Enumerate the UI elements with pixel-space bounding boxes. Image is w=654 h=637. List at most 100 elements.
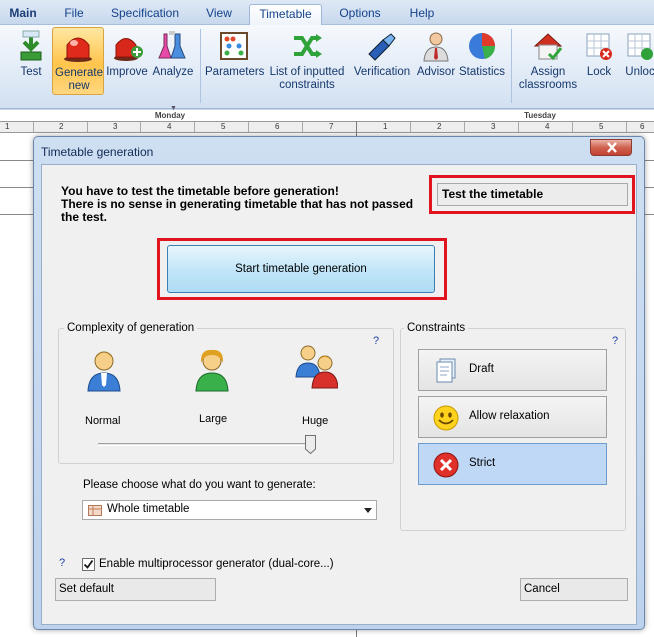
complexity-large-label: Large: [199, 413, 228, 425]
chevron-down-icon: [364, 508, 372, 513]
complexity-normal-label: Normal: [85, 415, 121, 427]
constraint-draft-button[interactable]: Draft: [418, 349, 607, 391]
constraint-allow-relaxation-button[interactable]: Allow relaxation: [418, 396, 607, 438]
start-generation-button[interactable]: Start timetable generation: [167, 245, 435, 293]
red-siren-icon: [64, 37, 92, 62]
close-icon: [607, 142, 617, 153]
menu-tab-options[interactable]: Options: [330, 4, 390, 25]
smiley-icon: [433, 405, 459, 431]
period-tick: [33, 122, 34, 132]
complexity-label: Complexity of generation: [64, 322, 198, 335]
period-tick: [518, 122, 519, 132]
period-number: 4: [167, 122, 172, 131]
multiprocessor-checkbox[interactable]: [82, 558, 95, 571]
large-person-icon[interactable]: [190, 347, 234, 393]
menu-tab-file[interactable]: File: [56, 4, 92, 25]
analyze-button[interactable]: Analyze: [151, 27, 195, 95]
abacus-icon: [220, 32, 248, 60]
advisor-person-icon: [423, 32, 449, 62]
unlock-table-icon: [627, 33, 653, 60]
ribbon-separator: [200, 29, 201, 103]
parameters-button[interactable]: Parameters: [205, 27, 264, 95]
dialog-body: You have to test the timetable before ge…: [41, 164, 637, 625]
constraint-strict-button[interactable]: Strict: [418, 443, 607, 485]
timetable-thumbnail-icon: [88, 505, 102, 516]
set-default-button[interactable]: Set default: [55, 578, 216, 601]
assign-classrooms-button[interactable]: Assign classrooms: [515, 27, 581, 95]
timetable-generation-dialog: Timetable generation You have to test th…: [33, 136, 645, 630]
period-number: 1: [5, 122, 10, 131]
generate-choice-select[interactable]: Whole timetable: [82, 500, 377, 520]
day-header-monday: Monday: [154, 111, 186, 120]
test-warning-text: You have to test the timetable before ge…: [61, 184, 414, 224]
pie-chart-icon: [469, 33, 496, 59]
red-x-icon: [433, 452, 459, 478]
generate-choice-label: Please choose what do you want to genera…: [83, 479, 316, 491]
test-button[interactable]: Test: [10, 27, 52, 95]
menu-tab-main[interactable]: Main: [2, 4, 44, 25]
constraints-label: Constraints: [404, 322, 469, 335]
constraints-help-icon[interactable]: ?: [612, 335, 618, 347]
shuffle-arrows-icon: [294, 34, 322, 58]
start-generation-highlight: Start timetable generation: [157, 238, 447, 300]
test-timetable-field[interactable]: Test the timetable: [437, 183, 628, 206]
period-number: 1: [383, 122, 388, 131]
period-tick: [464, 122, 465, 132]
house-check-icon: [533, 33, 563, 61]
generate-choice-value: Whole timetable: [107, 503, 190, 515]
period-number: 5: [599, 122, 604, 131]
period-tick: [572, 122, 573, 132]
period-tick: [87, 122, 88, 132]
period-tick: [302, 122, 303, 132]
period-number: 2: [437, 122, 442, 131]
period-number: 6: [275, 122, 280, 131]
download-arrow-icon: [20, 30, 42, 61]
unlock-button[interactable]: Unloc: [620, 27, 654, 95]
period-number: 6: [640, 122, 645, 131]
period-number: 3: [113, 122, 118, 131]
multiprocessor-label: Enable multiprocessor generator (dual-co…: [99, 558, 334, 570]
verification-button[interactable]: Verification: [350, 27, 414, 95]
improve-button[interactable]: Improve: [105, 27, 149, 95]
multiprocessor-help-icon[interactable]: ?: [59, 557, 65, 569]
huge-people-icon[interactable]: [294, 343, 338, 389]
dialog-close-button[interactable]: [590, 139, 632, 156]
check-icon: [83, 559, 94, 569]
dialog-title: Timetable generation: [41, 145, 154, 159]
ribbon-toolbar: Test Generate new Improve Analyze ▼ Para…: [0, 25, 654, 112]
period-header-row: [0, 121, 654, 133]
generate-new-button[interactable]: Generate new: [52, 27, 104, 95]
menu-tab-view[interactable]: View: [199, 4, 239, 25]
advisor-button[interactable]: Advisor: [414, 27, 458, 95]
period-number: 3: [491, 122, 496, 131]
test-timetable-highlight: Test the timetable: [429, 175, 635, 214]
flask-icon: [158, 31, 186, 59]
period-number: 5: [221, 122, 226, 131]
complexity-huge-label: Huge: [302, 415, 329, 427]
ribbon-separator: [511, 29, 512, 103]
period-number: 4: [545, 122, 550, 131]
menu-bar: Main File Specification View Timetable O…: [0, 0, 654, 25]
period-tick: [140, 122, 141, 132]
complexity-help-icon[interactable]: ?: [373, 335, 379, 347]
menu-tab-timetable[interactable]: Timetable: [249, 4, 322, 25]
document-stack-icon: [436, 358, 456, 383]
red-siren-plus-icon: [114, 38, 143, 61]
day-header-tuesday: Tuesday: [524, 111, 556, 120]
period-tick: [194, 122, 195, 132]
period-tick: [626, 122, 627, 132]
cancel-button[interactable]: Cancel: [520, 578, 628, 601]
list-constraints-button[interactable]: List of inputted constraints: [265, 27, 349, 95]
statistics-button[interactable]: Statistics: [458, 27, 506, 95]
normal-person-icon[interactable]: [82, 347, 126, 393]
lock-table-icon: [586, 33, 612, 60]
flashlight-icon: [368, 33, 396, 61]
period-tick: [410, 122, 411, 132]
complexity-slider-thumb[interactable]: [305, 435, 316, 454]
period-number: 2: [59, 122, 64, 131]
complexity-slider-track[interactable]: [98, 443, 316, 446]
lock-button[interactable]: Lock: [582, 27, 616, 95]
period-number: 7: [329, 122, 334, 131]
menu-tab-help[interactable]: Help: [401, 4, 443, 25]
menu-tab-specification[interactable]: Specification: [104, 4, 186, 25]
